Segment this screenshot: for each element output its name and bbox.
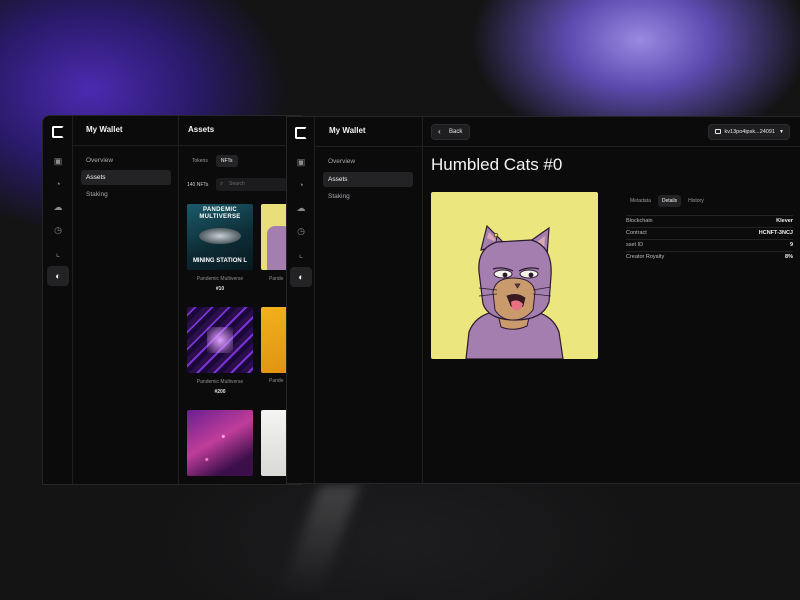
tab-history[interactable]: History	[684, 195, 708, 207]
nft-thumbnail-purple-tunnel	[187, 307, 253, 373]
app-logo-icon[interactable]	[295, 127, 307, 139]
front-app-window: ▣ ◔ ☁ ◷ ⌞ ◐ My Wallet Overview Assets St…	[286, 116, 800, 484]
tunnel-glow	[207, 327, 233, 353]
theme-icon[interactable]: ◐	[47, 266, 69, 286]
wallet-title: My Wallet	[86, 125, 123, 134]
wallet-icon	[714, 129, 721, 134]
bell-icon[interactable]: ◔	[296, 180, 306, 190]
clock-icon[interactable]: ◷	[53, 225, 63, 235]
nft-card[interactable]: Pandemic Multiverse #200	[187, 307, 253, 395]
cloud-icon[interactable]: ☁	[53, 202, 63, 212]
detail-row-blockchain: Blockchain Klever	[626, 215, 793, 227]
assets-title: Assets	[188, 125, 215, 134]
nft-collection-name-peek: Pande	[269, 276, 284, 282]
clock-icon[interactable]: ◷	[296, 226, 306, 236]
art-caption: MINING STATION L	[192, 258, 248, 264]
nft-number: #10	[215, 286, 225, 292]
clipboard-icon[interactable]: ▣	[296, 157, 306, 167]
app-logo-icon[interactable]	[52, 126, 64, 138]
nft-card-peek[interactable]	[261, 410, 287, 476]
back-app-window: ▣ ◔ ☁ ◷ ⌞ ◐ My Wallet Overview Assets St…	[42, 115, 302, 485]
divider	[315, 146, 422, 147]
nft-card[interactable]: PANDEMIC MULTIVERSE MINING STATION L Pan…	[187, 204, 253, 292]
nft-number: #200	[214, 389, 226, 395]
detail-value: Klever	[776, 218, 793, 224]
assets-panel: Assets Tokens NFTs 140 NFTs ⌕ Search PAN…	[179, 116, 301, 484]
nft-collection-name: Pandemic Multiverse	[196, 276, 244, 282]
search-placeholder: Search	[229, 181, 245, 187]
clipboard-icon[interactable]: ▣	[53, 156, 63, 166]
detail-value: 8%	[785, 254, 793, 260]
cloud-icon[interactable]: ☁	[296, 203, 306, 213]
nft-count: 140 NFTs	[187, 182, 209, 188]
detail-row-asset-id: sset ID 9	[626, 239, 793, 251]
search-icon: ⌕	[220, 181, 224, 187]
wallet-address: kv13po4ipsk...24091	[724, 129, 775, 135]
tab-tokens[interactable]: Tokens	[187, 155, 213, 167]
divider	[179, 145, 301, 146]
detail-row-contract: Contract HCNFT-3NCJ	[626, 227, 793, 239]
sidebar-item-assets[interactable]: Assets	[81, 170, 171, 185]
detail-key: Blockchain	[626, 218, 653, 224]
icon-rail: ▣ ◔ ☁ ◷ ⌞ ◐	[287, 117, 315, 483]
nft-detail-panel: ‹ Back kv13po4ipsk...24091 ▼ Humbled Cat…	[423, 117, 800, 483]
sidebar-item-staking[interactable]: Staking	[323, 189, 413, 204]
humbled-cat-illustration	[465, 224, 564, 359]
detail-key: Contract	[626, 230, 647, 236]
theme-icon[interactable]: ◐	[290, 267, 312, 287]
nft-image	[431, 192, 598, 359]
chart-icon[interactable]: ⌞	[296, 249, 306, 259]
space-station-shape	[199, 228, 241, 244]
tab-details[interactable]: Details	[657, 195, 682, 207]
back-button[interactable]: ‹ Back	[431, 124, 471, 140]
back-label: Back	[449, 129, 463, 135]
wallet-address-button[interactable]: kv13po4ipsk...24091 ▼	[707, 124, 790, 140]
nft-info-tabs: Metadata Details History	[626, 195, 708, 207]
cat-shape	[267, 226, 287, 270]
chart-icon[interactable]: ⌞	[53, 248, 63, 258]
divider	[73, 145, 178, 146]
asset-type-tabs: Tokens NFTs	[187, 155, 238, 167]
wallet-title: My Wallet	[329, 126, 366, 135]
nft-collection-name-peek: Pande	[269, 378, 284, 384]
nft-thumbnail-pink-nebula	[187, 410, 253, 476]
bell-icon[interactable]: ◔	[53, 179, 63, 189]
art-title: PANDEMIC MULTIVERSE	[199, 207, 241, 220]
sidebar-item-overview[interactable]: Overview	[323, 154, 413, 169]
divider	[423, 146, 800, 147]
nft-card-peek[interactable]	[261, 307, 287, 373]
nft-collection-name: Pandemic Multiverse	[196, 379, 244, 385]
sidebar-item-assets[interactable]: Assets	[323, 172, 413, 187]
nft-card-peek[interactable]	[261, 204, 287, 270]
wallet-sidebar: My Wallet Overview Assets Staking	[73, 116, 179, 484]
detail-value: 9	[789, 242, 793, 248]
detail-key: Creator Royalty	[626, 254, 665, 260]
icon-rail: ▣ ◔ ☁ ◷ ⌞ ◐	[43, 116, 73, 484]
nft-card[interactable]	[187, 410, 253, 476]
chevron-down-icon: ▼	[779, 129, 784, 135]
tab-metadata[interactable]: Metadata	[626, 195, 655, 207]
detail-key: sset ID	[626, 242, 644, 248]
detail-row-creator-royalty: Creator Royalty 8%	[626, 251, 793, 263]
nft-details-table: Blockchain Klever Contract HCNFT-3NCJ ss…	[626, 215, 793, 263]
detail-value: HCNFT-3NCJ	[758, 230, 793, 236]
tab-nfts[interactable]: NFTs	[215, 155, 238, 167]
search-input[interactable]: ⌕ Search	[216, 178, 291, 191]
sidebar-item-overview[interactable]: Overview	[81, 153, 171, 168]
nft-thumbnail-pandemic-mining: PANDEMIC MULTIVERSE MINING STATION L	[187, 204, 253, 270]
wallet-sidebar: My Wallet Overview Assets Staking	[315, 117, 423, 483]
nebula-sparkles	[187, 410, 253, 476]
page-title: Humbled Cats #0	[431, 155, 563, 174]
chevron-left-icon: ‹	[438, 127, 441, 136]
sidebar-item-staking[interactable]: Staking	[81, 187, 171, 202]
